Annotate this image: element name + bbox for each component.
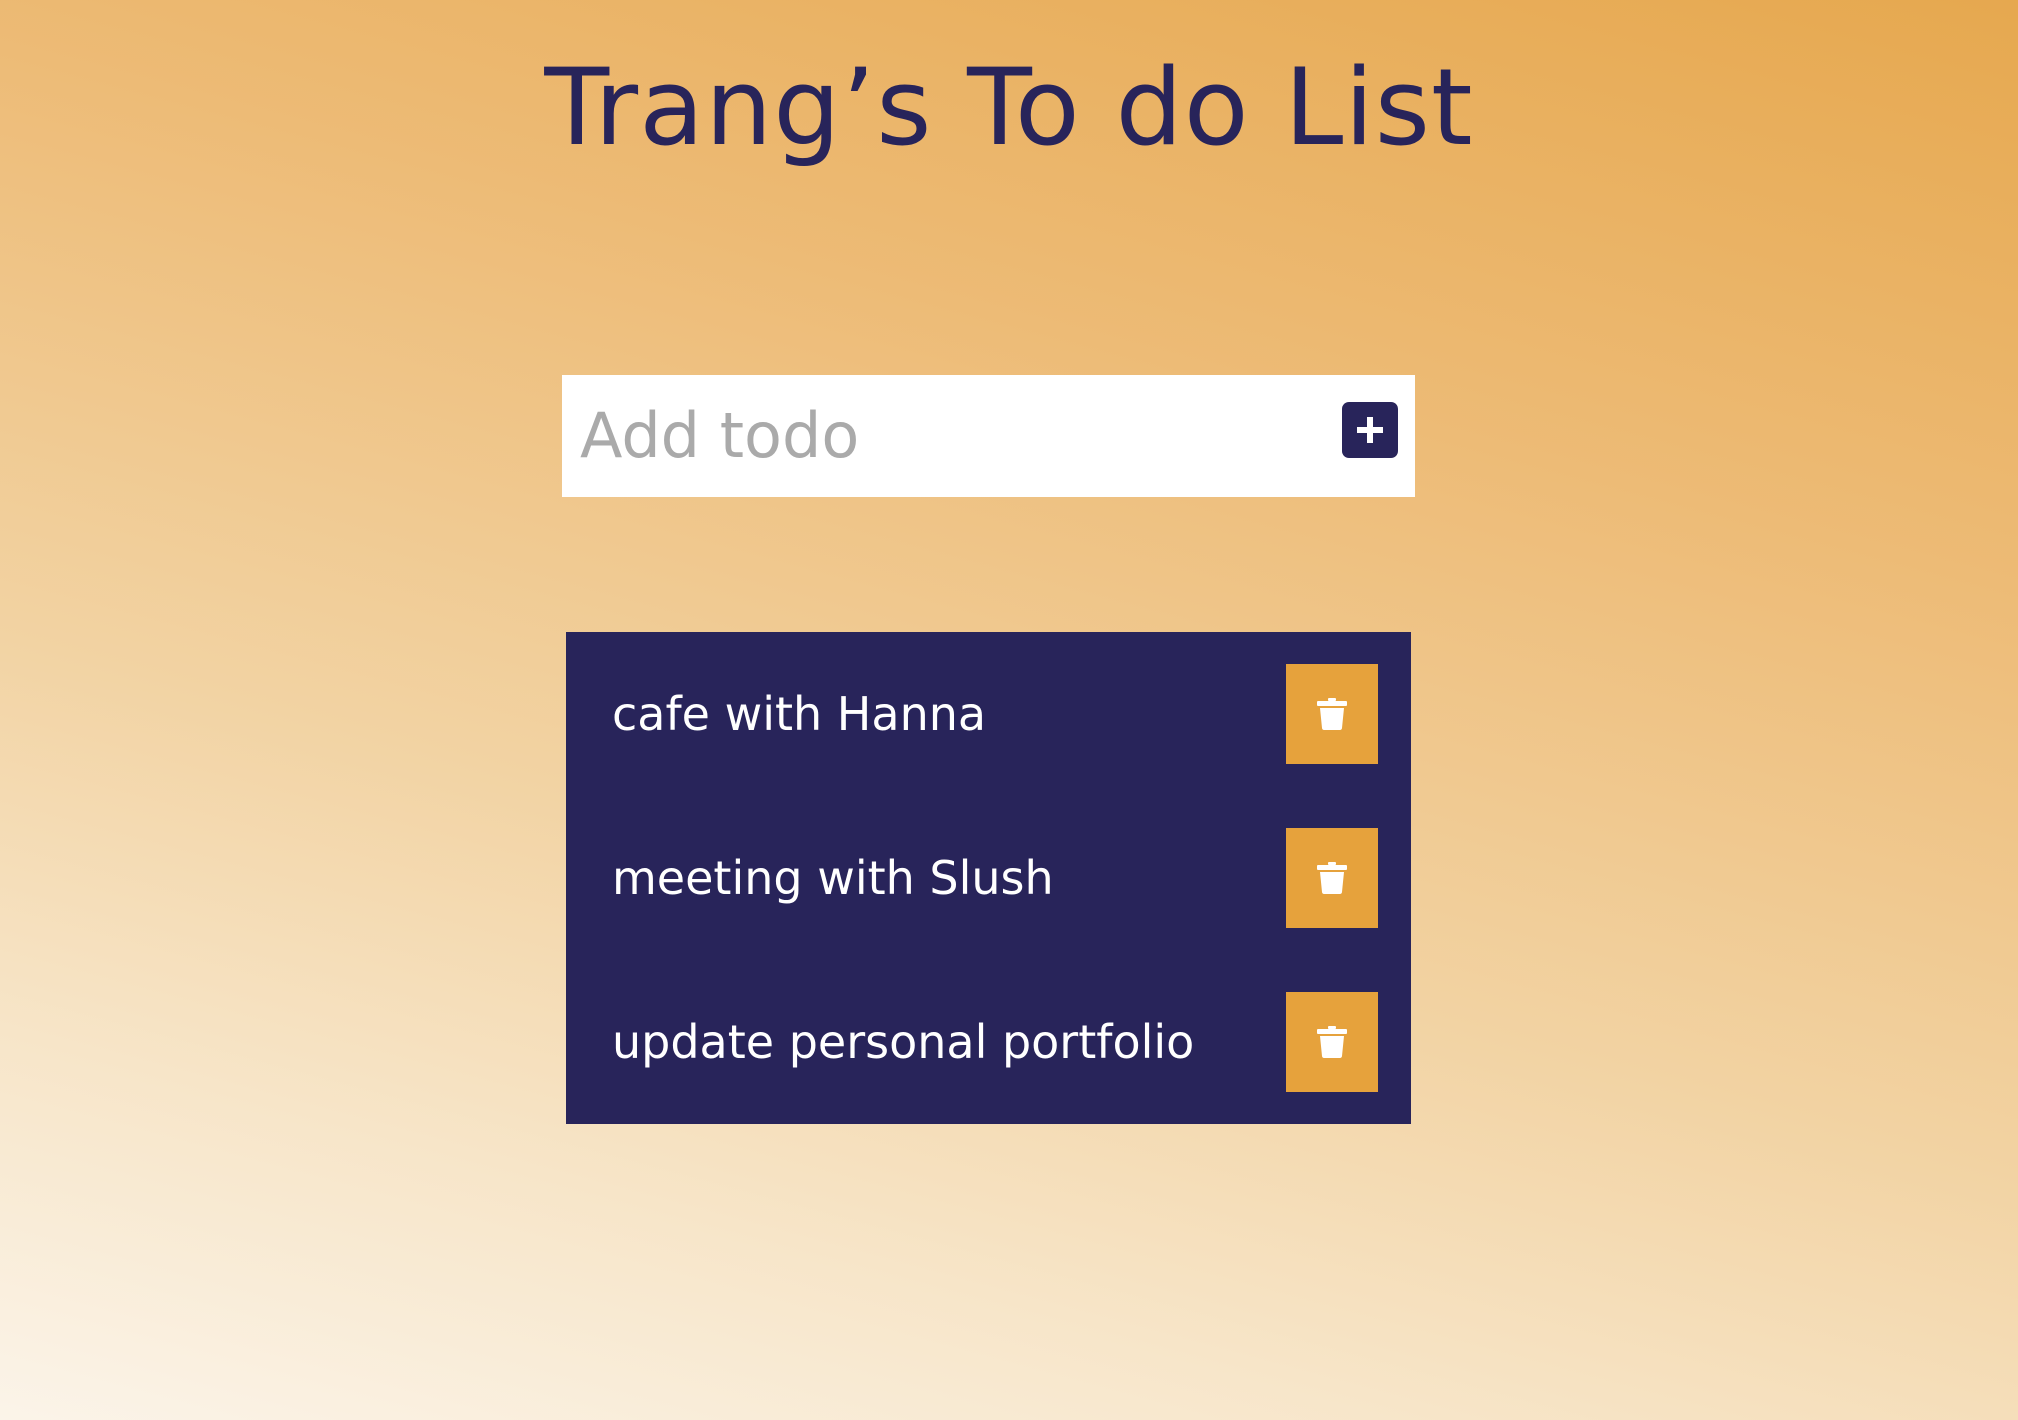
delete-todo-button[interactable] [1286, 992, 1378, 1092]
trash-icon [1317, 1026, 1347, 1058]
todo-item: cafe with Hanna [566, 664, 1411, 764]
trash-icon [1317, 698, 1347, 730]
delete-todo-button[interactable] [1286, 828, 1378, 928]
todo-text: update personal portfolio [612, 1015, 1195, 1069]
todo-item: meeting with Slush [566, 828, 1411, 928]
plus-icon [1357, 417, 1383, 443]
add-todo-input[interactable] [580, 385, 1320, 485]
delete-todo-button[interactable] [1286, 664, 1378, 764]
add-todo-button[interactable] [1342, 402, 1398, 458]
page-title: Trang’s To do List [544, 46, 1474, 169]
add-todo-form [562, 375, 1415, 497]
todo-list: cafe with Hanna meeting with Slush updat… [566, 632, 1411, 1124]
todo-text: meeting with Slush [612, 851, 1054, 905]
todo-item: update personal portfolio [566, 992, 1411, 1092]
trash-icon [1317, 862, 1347, 894]
todo-text: cafe with Hanna [612, 687, 987, 741]
